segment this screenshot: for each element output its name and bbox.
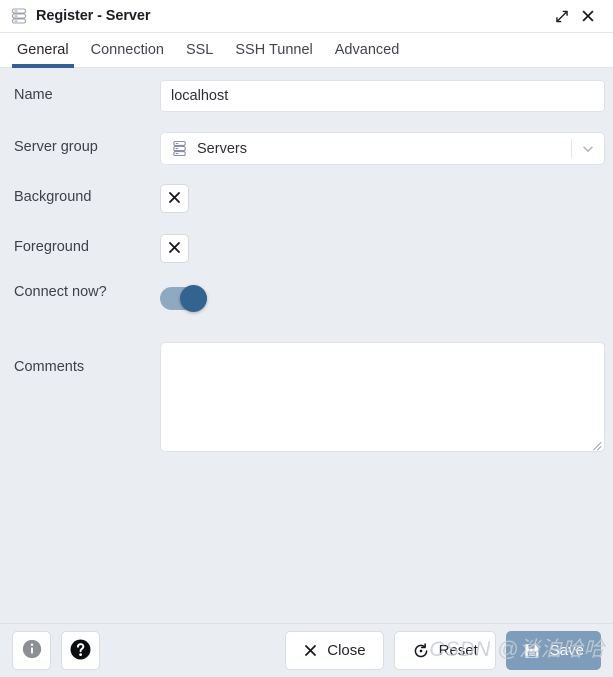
name-label: Name <box>14 87 53 103</box>
tab-ssh-tunnel[interactable]: SSH Tunnel <box>224 33 323 67</box>
close-x-icon[interactable] <box>575 3 601 29</box>
expand-diagonal-icon[interactable] <box>549 3 575 29</box>
close-button-label: Close <box>327 642 366 659</box>
field-row-server-group: Server group Servers <box>0 132 613 168</box>
close-x-icon <box>303 643 318 658</box>
connect-now-control <box>160 282 605 312</box>
tab-general[interactable]: General <box>6 33 80 68</box>
comments-control <box>160 342 605 452</box>
background-label: Background <box>14 189 92 205</box>
help-circle-icon <box>69 638 92 664</box>
window-titlebar: Register - Server <box>0 0 613 33</box>
comments-textarea[interactable] <box>160 342 605 452</box>
tab-bar: General Connection SSL SSH Tunnel Advanc… <box>0 33 613 68</box>
name-input[interactable] <box>160 80 605 112</box>
field-row-name: Name <box>0 80 613 116</box>
connect-now-label: Connect now? <box>14 284 107 300</box>
footer-left-group <box>12 631 100 670</box>
close-x-icon <box>167 190 182 208</box>
background-control <box>160 184 605 213</box>
info-circle-icon <box>21 638 43 663</box>
server-stack-icon <box>10 7 28 25</box>
reset-button[interactable]: Reset <box>393 631 496 670</box>
reset-button-label: Reset <box>438 642 478 659</box>
server-group-label: Server group <box>14 139 98 155</box>
connect-now-toggle-knob <box>180 285 207 312</box>
tab-general-label: General <box>17 42 69 58</box>
tab-ssl[interactable]: SSL <box>175 33 224 67</box>
info-button[interactable] <box>12 631 51 670</box>
foreground-label: Foreground <box>14 239 89 255</box>
name-control <box>160 80 605 112</box>
foreground-control <box>160 234 605 263</box>
field-row-connect-now: Connect now? <box>0 282 613 322</box>
tab-ssl-label: SSL <box>185 42 214 58</box>
tab-ssh-tunnel-label: SSH Tunnel <box>235 42 313 58</box>
close-x-icon <box>167 240 182 258</box>
foreground-color-clear-button[interactable] <box>160 234 189 263</box>
reset-circular-arrow-icon <box>412 642 430 660</box>
close-button[interactable]: Close <box>285 631 384 670</box>
general-tab-panel: Name Server group Servers <box>0 80 613 637</box>
tab-advanced[interactable]: Advanced <box>324 33 411 67</box>
server-group-icon <box>171 140 188 157</box>
save-button[interactable]: Save <box>505 631 601 670</box>
server-group-control: Servers <box>160 132 605 165</box>
field-row-comments: Comments <box>0 342 613 452</box>
help-button[interactable] <box>61 631 100 670</box>
background-color-clear-button[interactable] <box>160 184 189 213</box>
window-title: Register - Server <box>36 8 151 24</box>
server-group-value: Servers <box>197 140 247 157</box>
field-row-foreground: Foreground <box>0 234 613 268</box>
save-button-label: Save <box>549 642 584 659</box>
tab-advanced-label: Advanced <box>334 42 400 58</box>
field-row-background: Background <box>0 184 613 218</box>
footer-right-group: Close Reset Save <box>285 631 601 670</box>
save-floppy-icon <box>523 642 541 660</box>
tab-connection-label: Connection <box>90 42 164 58</box>
server-group-select[interactable]: Servers <box>160 132 605 165</box>
connect-now-toggle[interactable] <box>160 285 207 312</box>
tab-connection[interactable]: Connection <box>80 33 175 67</box>
chevron-down-icon[interactable] <box>572 133 604 164</box>
comments-label: Comments <box>14 359 85 375</box>
dialog-footer: Close Reset Save <box>0 623 613 677</box>
